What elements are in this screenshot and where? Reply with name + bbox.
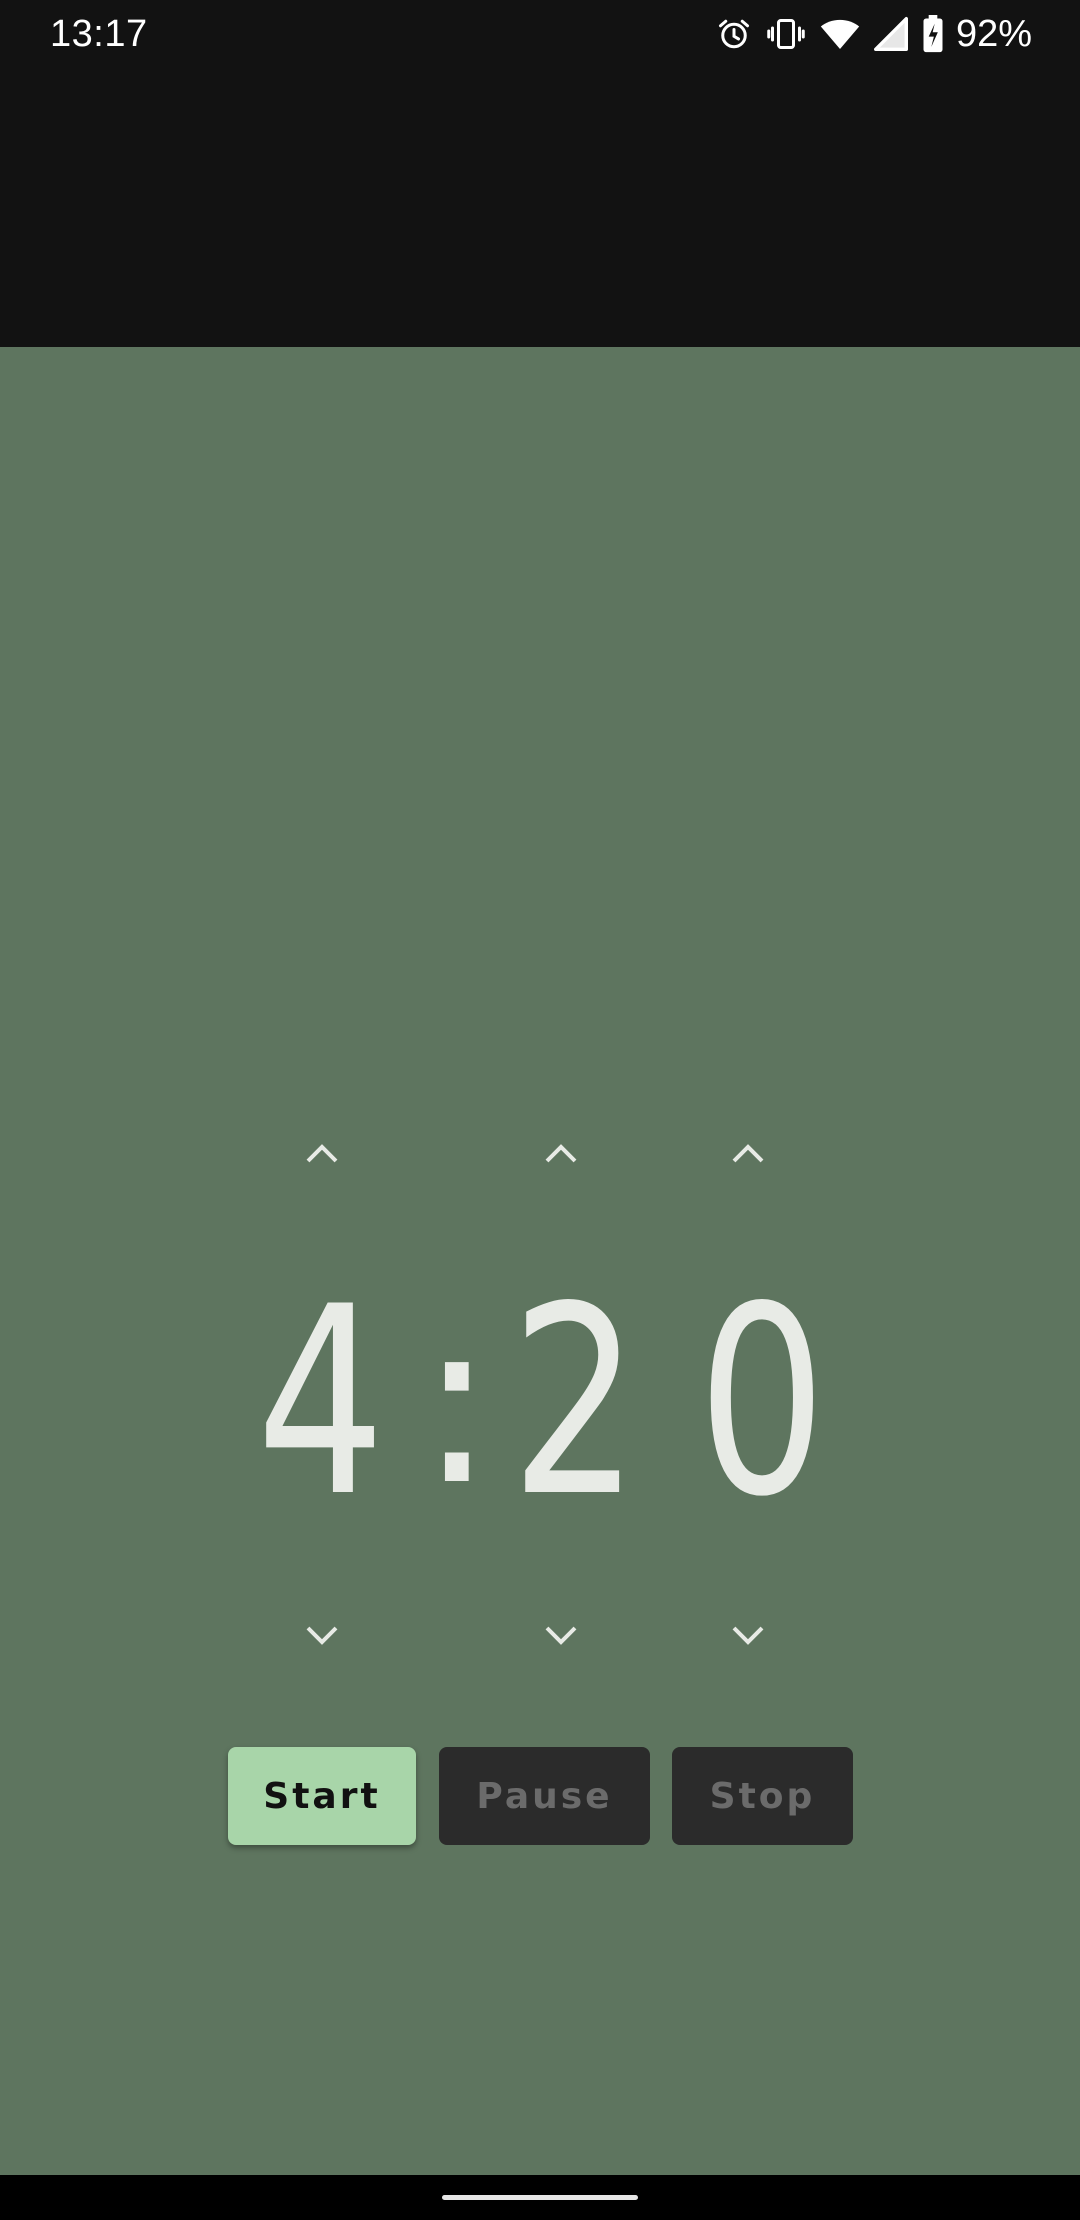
home-gesture-handle[interactable] (442, 2195, 638, 2200)
alarm-icon (716, 16, 752, 52)
seconds-ones-digit: 0 (697, 1252, 827, 1554)
battery-charging-icon (922, 15, 944, 53)
minutes-digit: 4 (256, 1252, 386, 1554)
pause-button[interactable]: Pause (439, 1747, 650, 1845)
chevron-up-icon (545, 1144, 577, 1163)
minutes-decrement-button[interactable] (282, 1596, 362, 1676)
minutes-increment-button[interactable] (282, 1113, 362, 1193)
chevron-up-icon (732, 1144, 764, 1163)
status-icons: 92% (716, 10, 1032, 58)
seconds-tens-digit: 2 (510, 1252, 640, 1554)
timer-separator: : (418, 1269, 496, 1536)
vibrate-icon (766, 16, 806, 52)
seconds-tens-decrement-button[interactable] (521, 1596, 601, 1676)
stop-button[interactable]: Stop (672, 1747, 853, 1845)
status-bar: 13:17 92% (0, 0, 1080, 68)
navigation-bar (0, 2175, 1080, 2220)
chevron-down-icon (545, 1626, 577, 1645)
battery-percent: 92% (955, 13, 1032, 55)
seconds-tens-increment-button[interactable] (521, 1113, 601, 1193)
start-button[interactable]: Start (228, 1747, 416, 1845)
status-time: 13:17 (50, 13, 148, 55)
seconds-ones-decrement-button[interactable] (708, 1596, 788, 1676)
chevron-down-icon (732, 1626, 764, 1645)
wifi-icon (820, 16, 860, 52)
chevron-down-icon (306, 1626, 338, 1645)
top-app-area (0, 68, 1080, 347)
signal-icon (873, 16, 908, 52)
seconds-ones-increment-button[interactable] (708, 1113, 788, 1193)
chevron-up-icon (306, 1144, 338, 1163)
